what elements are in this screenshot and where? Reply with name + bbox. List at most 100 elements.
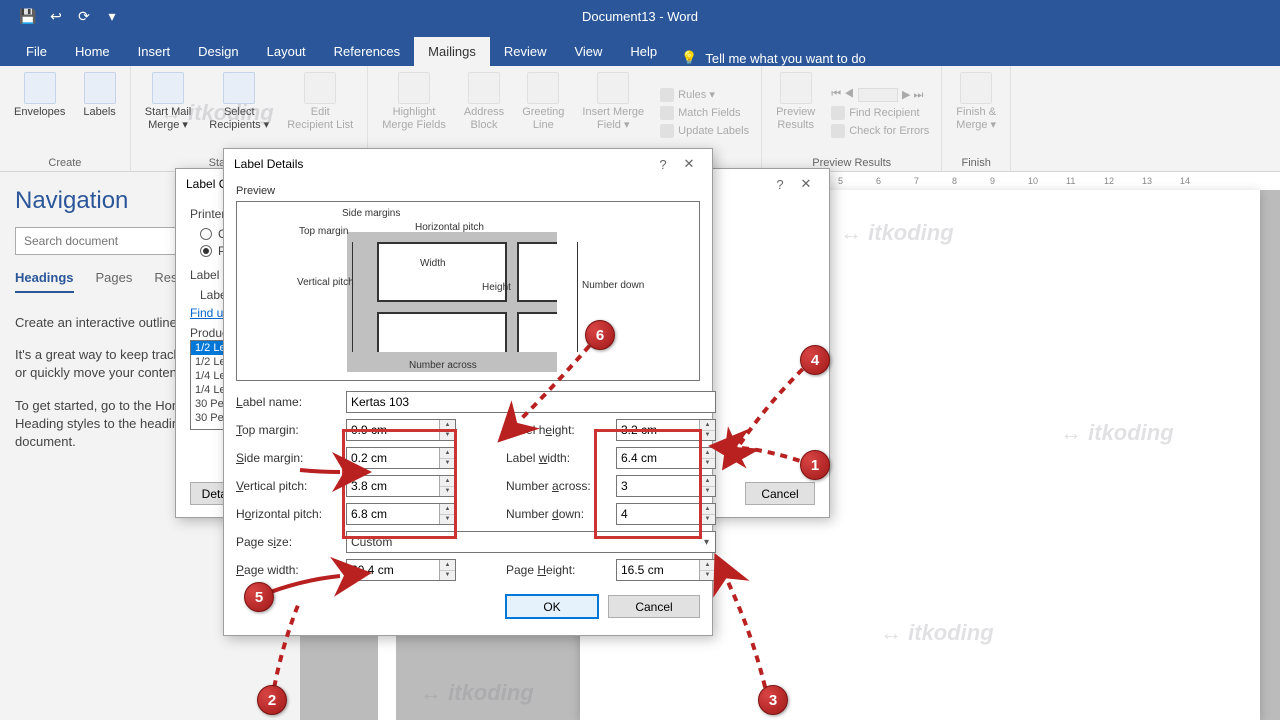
envelope-icon [24,72,56,104]
tab-home[interactable]: Home [61,37,124,66]
group-finish: Finish & Merge ▾ Finish [942,66,1011,171]
spinner[interactable]: ▲▼ [439,476,455,496]
labels-button[interactable]: Labels [77,70,121,155]
tell-me[interactable]: 💡 Tell me what you want to do [681,50,866,66]
spinner[interactable]: ▲▼ [699,420,715,440]
annotation-badge-2: 2 [257,685,287,715]
annotation-badge-1: 1 [800,450,830,480]
spinner[interactable]: ▲▼ [439,560,455,580]
vertical-pitch-label: Vertical pitch: [236,479,336,493]
start-mail-merge-button[interactable]: Start Mail Merge ▾ [139,70,197,155]
annotation-badge-6: 6 [585,320,615,350]
spinner[interactable]: ▲▼ [699,448,715,468]
labels-icon [84,72,116,104]
record-nav[interactable]: ⏮ ◀ ▶ ⏭ [827,87,933,103]
number-across-input[interactable] [617,476,699,496]
find-recipient-button[interactable]: Find Recipient [827,105,933,121]
label-width-input[interactable] [617,448,699,468]
nav-tab-headings[interactable]: Headings [15,270,74,293]
ribbon-tabs: File Home Insert Design Layout Reference… [0,33,1280,66]
finish-icon [960,72,992,104]
page-height-input[interactable] [617,560,699,580]
close-icon[interactable]: ✕ [793,176,819,192]
group-preview: Preview Results ⏮ ◀ ▶ ⏭ Find Recipient C… [762,66,942,171]
undo-icon[interactable]: ↩ [48,9,64,25]
spinner[interactable]: ▲▼ [439,504,455,524]
diag-width: Width [420,258,446,269]
check-errors-button[interactable]: Check for Errors [827,123,933,139]
tell-me-text: Tell me what you want to do [705,51,865,66]
tab-file[interactable]: File [12,37,61,66]
finish-merge-button[interactable]: Finish & Merge ▾ [950,70,1002,155]
qat-more-icon[interactable]: ▾ [104,9,120,25]
group-create: Envelopes Labels Create [0,66,131,171]
field-icon [597,72,629,104]
label-height-label: Label height: [506,423,606,437]
cancel-button[interactable]: Cancel [608,595,700,618]
tab-help[interactable]: Help [616,37,671,66]
mail-merge-icon [152,72,184,104]
insert-merge-field-button[interactable]: Insert Merge Field ▾ [576,70,650,155]
diag-v-pitch: Vertical pitch [297,277,354,288]
match-fields-button[interactable]: Match Fields [656,105,753,121]
page-size-label: Page size: [236,535,336,549]
annotation-badge-3: 3 [758,685,788,715]
update-labels-button[interactable]: Update Labels [656,123,753,139]
label-width-label: Label width: [506,451,606,465]
update-icon [660,124,674,138]
diag-num-down: Number down [582,280,644,291]
ok-button[interactable]: OK [506,595,598,618]
tab-design[interactable]: Design [184,37,252,66]
number-down-input[interactable] [617,504,699,524]
diag-height: Height [482,282,511,293]
spinner[interactable]: ▲▼ [699,504,715,524]
cancel-button[interactable]: Cancel [745,482,815,505]
diag-side-margins: Side margins [342,208,400,219]
label-details-dialog: Label Details ? ✕ Preview Side margins T… [223,148,713,636]
preview-label: Preview [236,185,700,197]
spinner[interactable]: ▲▼ [699,560,715,580]
spinner[interactable]: ▲▼ [439,420,455,440]
select-recipients-button[interactable]: Select Recipients ▾ [203,70,275,155]
vertical-pitch-input[interactable] [347,476,439,496]
find-icon [831,106,845,120]
tab-review[interactable]: Review [490,37,561,66]
tab-references[interactable]: References [320,37,414,66]
rules-button[interactable]: Rules ▾ [656,87,753,103]
tab-layout[interactable]: Layout [253,37,320,66]
envelopes-button[interactable]: Envelopes [8,70,71,155]
redo-icon[interactable]: ⟳ [76,9,92,25]
side-margin-input[interactable] [347,448,439,468]
page-size-select[interactable]: Custom [346,531,716,553]
page-width-input[interactable] [347,560,439,580]
page-height-label: Page Height: [506,563,606,577]
page-width-label: Page width: [236,563,336,577]
preview-results-button[interactable]: Preview Results [770,70,821,155]
save-icon[interactable]: 💾 [20,9,36,25]
address-block-button[interactable]: Address Block [458,70,510,155]
horizontal-pitch-input[interactable] [347,504,439,524]
number-across-label: Number across: [506,479,606,493]
spinner[interactable]: ▲▼ [439,448,455,468]
diag-h-pitch: Horizontal pitch [415,222,484,233]
label-height-input[interactable] [617,420,699,440]
tab-insert[interactable]: Insert [124,37,185,66]
group-label: Finish [950,155,1002,171]
greeting-line-button[interactable]: Greeting Line [516,70,570,155]
help-button[interactable]: ? [767,177,793,192]
edit-recipient-list-button[interactable]: Edit Recipient List [281,70,359,155]
label-name-input[interactable] [347,392,715,412]
highlight-fields-button[interactable]: Highlight Merge Fields [376,70,452,155]
close-icon[interactable]: ✕ [676,156,702,172]
greeting-icon [527,72,559,104]
top-margin-input[interactable] [347,420,439,440]
tab-mailings[interactable]: Mailings [414,37,490,66]
lightbulb-icon: 💡 [681,50,697,66]
rules-icon [660,88,674,102]
tab-view[interactable]: View [560,37,616,66]
spinner[interactable]: ▲▼ [699,476,715,496]
document-title: Document13 - Word [582,9,698,24]
help-button[interactable]: ? [650,157,676,172]
label-preview-diagram: Side margins Top margin Horizontal pitch… [236,201,700,381]
nav-tab-pages[interactable]: Pages [96,270,133,293]
